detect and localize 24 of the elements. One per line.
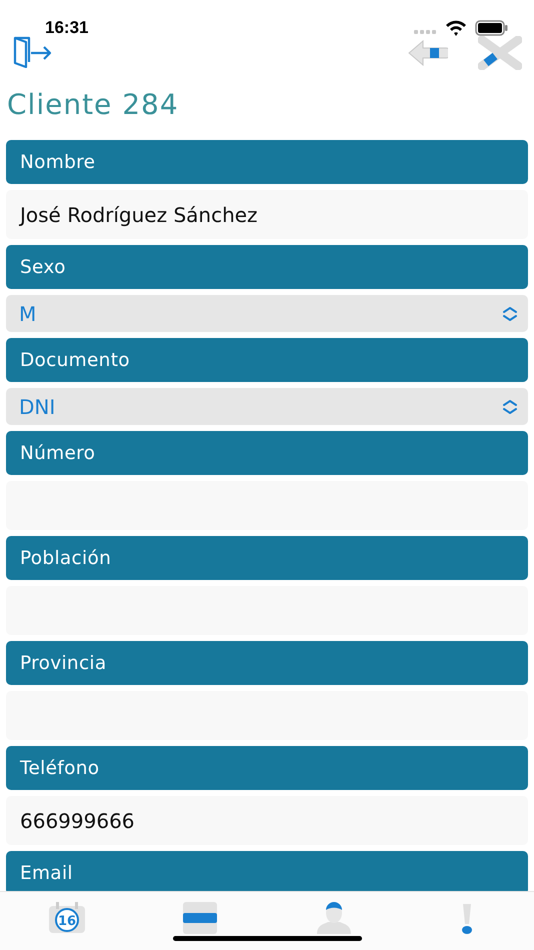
- field-label: Número: [6, 431, 528, 475]
- text-field[interactable]: José Rodríguez Sánchez: [6, 190, 528, 239]
- select-field[interactable]: DNI: [6, 388, 528, 425]
- text-field[interactable]: 666999666: [6, 796, 528, 845]
- field-label: Nombre: [6, 140, 528, 184]
- back-arrow-icon[interactable]: [408, 40, 448, 66]
- field-label: Teléfono: [6, 746, 528, 790]
- status-time: 16:31: [45, 18, 88, 38]
- exit-icon[interactable]: [13, 36, 53, 68]
- field-label: Sexo: [6, 245, 528, 289]
- alert-icon[interactable]: [461, 902, 474, 934]
- close-icon[interactable]: [478, 36, 522, 70]
- user-icon[interactable]: [316, 902, 351, 934]
- chevron-icon: [502, 306, 518, 322]
- list-icon[interactable]: [183, 902, 218, 934]
- page-title: Cliente 284: [7, 88, 179, 121]
- wifi-icon: [445, 20, 467, 36]
- field-label: Documento: [6, 338, 528, 382]
- chevron-icon: [502, 398, 518, 414]
- signal-icon: [414, 30, 436, 35]
- field-label: Población: [6, 536, 528, 580]
- battery-icon: [475, 20, 508, 36]
- field-label: Provincia: [6, 641, 528, 685]
- select-field[interactable]: M: [6, 295, 528, 332]
